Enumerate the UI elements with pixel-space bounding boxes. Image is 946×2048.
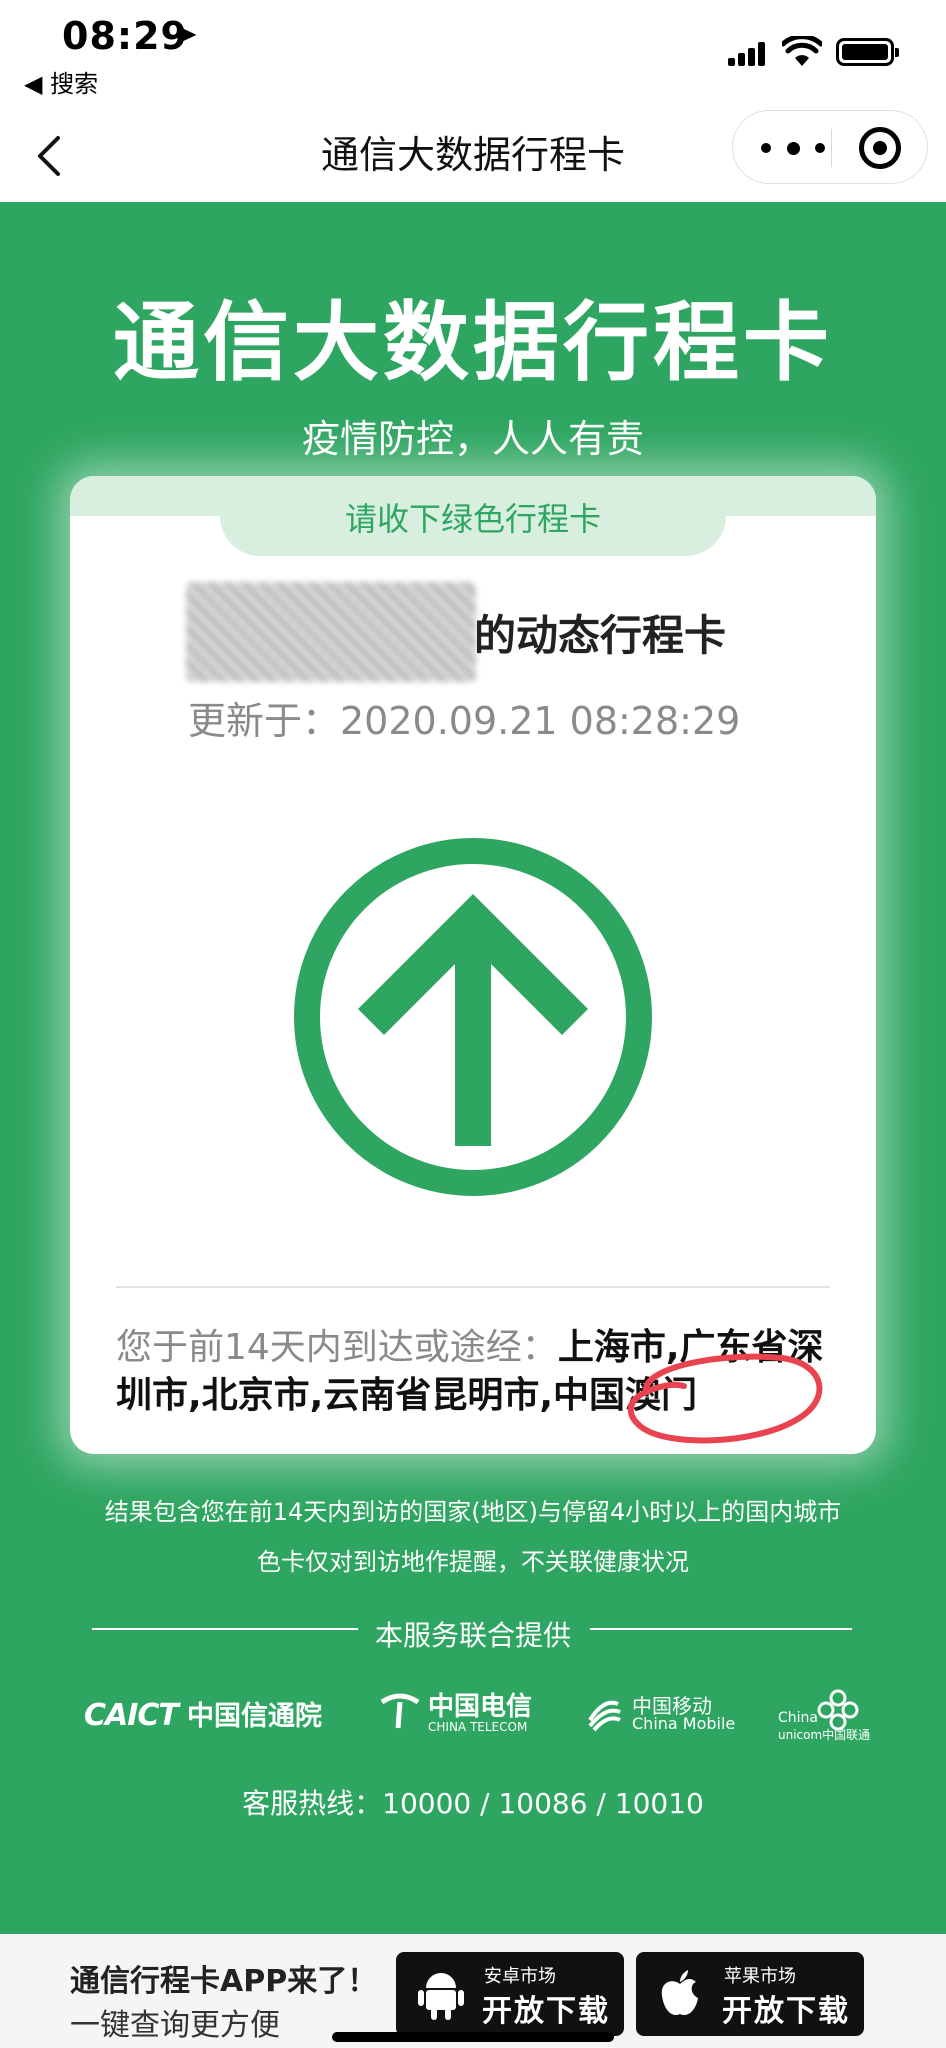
hero-subtitle: 疫情防控，人人有责 — [301, 417, 644, 461]
red-circle-annotation — [628, 1353, 823, 1444]
android-action-label: 开放下载 — [482, 1994, 610, 2029]
note-line-1: 结果包含您在前14天内到访的国家(地区)与停留4小时以上的国内城市 — [104, 1498, 842, 1526]
battery-icon — [836, 38, 899, 66]
card-owner-suffix: 的动态行程卡 — [474, 611, 727, 660]
apple-store-label: 苹果市场 — [724, 1966, 796, 1987]
android-download-button[interactable]: 安卓市场 开放下载 — [396, 1952, 624, 2036]
green-arrow-icon — [294, 838, 652, 1196]
hero-title: 通信大数据行程卡 — [113, 293, 833, 393]
trip-lead-text: 您于前14天内到达或途经： — [116, 1327, 558, 1368]
close-miniprogram-icon[interactable] — [859, 127, 901, 169]
back-to-app-link[interactable]: ◀ 搜索 — [24, 64, 98, 99]
capsule-divider — [831, 129, 832, 167]
home-indicator — [332, 2032, 614, 2042]
apple-icon — [661, 1970, 698, 2016]
apple-download-button[interactable]: 苹果市场 开放下载 — [636, 1952, 864, 2036]
mini-program-capsule — [732, 110, 928, 184]
card-divider — [116, 1286, 830, 1288]
card-tab-label: 请收下绿色行程卡 — [344, 500, 601, 538]
provider-divider: 本服务联合提供 — [0, 1614, 946, 1654]
banner-title: 通信行程卡APP来了！ — [70, 1964, 378, 1999]
mobile-swirl-icon — [588, 1700, 621, 1732]
customer-hotline: 客服热线：10000 / 10086 / 10010 — [242, 1787, 704, 1820]
caict-logo: CAICT 中国信通院 — [84, 1698, 322, 1733]
provider-label: 本服务联合提供 — [374, 1619, 571, 1652]
partner-logos: CAICT 中国信通院 中国电信 CHINA TELECOM 中国移动 Chin… — [0, 1684, 946, 1764]
android-icon — [418, 1973, 464, 2020]
nav-bar: 通信大数据行程卡 — [0, 110, 946, 202]
apple-action-label: 开放下载 — [722, 1994, 850, 2029]
redacted-phone-number — [186, 582, 476, 682]
itinerary-card: 请收下绿色行程卡 的动态行程卡 更新于：2020.09.21 08:28:29 … — [70, 476, 876, 1454]
status-bar: 08:29 ➤ ◀ 搜索 — [0, 0, 946, 110]
status-time: 08:29 — [62, 14, 188, 58]
banner-subtitle: 一键查询更方便 — [70, 2008, 280, 2043]
cellular-signal-icon — [728, 40, 768, 66]
telecom-wave-icon — [380, 1693, 420, 1729]
app-download-banner: 通信行程卡APP来了！ 一键查询更方便 安卓市场 开放下载 苹果市场 开放下载 — [0, 1934, 946, 2048]
more-menu-icon[interactable] — [761, 133, 825, 163]
location-arrow-icon: ➤ — [176, 20, 198, 50]
android-store-label: 安卓市场 — [484, 1966, 556, 1987]
card-tab: 请收下绿色行程卡 — [220, 476, 726, 556]
updated-timestamp: 更新于：2020.09.21 08:28:29 — [188, 699, 741, 743]
wifi-icon — [782, 36, 822, 66]
note-line-2: 色卡仅对到访地作提醒，不关联健康状况 — [257, 1548, 689, 1576]
provider-line-right — [590, 1628, 852, 1630]
